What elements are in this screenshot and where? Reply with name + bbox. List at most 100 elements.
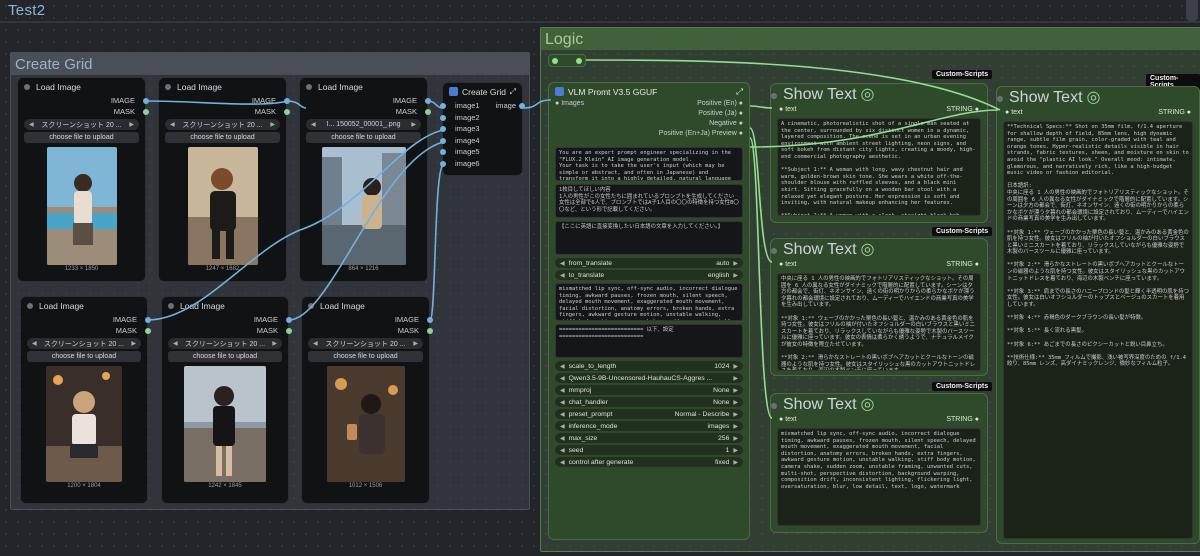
load-image-node-4[interactable]: Load Image IMAGE MASK ◀ スクリーンショット 20 ... ▶… — [20, 296, 151, 504]
output-string[interactable]: STRING ● — [946, 106, 979, 113]
arrow-left-icon[interactable]: ◀ — [29, 121, 34, 128]
reroute-node[interactable] — [548, 54, 586, 67]
input-images[interactable]: ● Images — [555, 100, 584, 110]
image-file-select[interactable]: ◀ スクリーンショット 20 ... ▶ — [27, 338, 141, 349]
text-display[interactable]: 中央に座る 1 人の男性の映画的でフォトリアリスティックなショット。その周囲を … — [777, 273, 981, 371]
load-image-node-5[interactable]: Load Image IMAGE MASK ◀ スクリーンショット 20 ... ▶… — [161, 296, 292, 504]
show-text-node-3[interactable]: Show Text ◎ ● text STRING ● mismatched lip… — [770, 393, 988, 533]
text-display[interactable]: mismatched lip sync, off-sync audio, inc… — [777, 428, 981, 526]
output-port-icon[interactable] — [286, 317, 292, 323]
show-text-node-2[interactable]: Show Text ◎ ● text STRING ● 中央に座る 1 人の男性の映… — [770, 238, 988, 376]
setting-model[interactable]: ◀ Qwen3.5-9B-Uncensored-HauhauCS-Aggres .… — [555, 373, 743, 383]
side-panel-handle[interactable] — [1186, 0, 1198, 22]
setting-max-size[interactable]: ◀ max_size 256 ▶ — [555, 433, 743, 443]
node-canvas[interactable]: Test2 Create Grid Logic Load Image IMAGE… — [0, 0, 1200, 556]
translate-textarea[interactable]: 【ここに英語に直接変換したい日本語の文章を入力してください。】 — [555, 221, 743, 255]
setting-inference-mode[interactable]: ◀ inference_mode images ▶ — [555, 421, 743, 431]
output-port-icon[interactable] — [519, 103, 525, 109]
arrow-left-icon[interactable]: ◀ — [170, 121, 175, 128]
arrow-right-icon[interactable]: ▶ — [272, 340, 277, 347]
arrow-left-icon[interactable]: ◀ — [173, 340, 178, 347]
create-grid-node[interactable]: Create Grid ⤢ image1 image image2 image3 … — [440, 82, 525, 176]
text-display[interactable]: A cinematic, photorealistic shot of a si… — [777, 118, 981, 216]
output-port-icon[interactable] — [284, 98, 290, 104]
output-port-icon[interactable] — [143, 109, 149, 115]
settings-divider-textarea[interactable]: ========================== 以下、設定 =======… — [555, 324, 743, 358]
setting-control-after-generate[interactable]: ◀ control after generate fixed ▶ — [555, 457, 743, 467]
upload-button[interactable]: choose file to upload — [308, 351, 423, 362]
input-port-icon[interactable] — [440, 137, 446, 144]
input-text[interactable]: ● text — [779, 106, 796, 113]
image-file-select[interactable]: ◀ スクリーンショット 20 ... ▶ — [165, 119, 280, 130]
upload-button[interactable]: choose file to upload — [165, 132, 280, 143]
input-port-icon[interactable] — [440, 149, 446, 155]
setting-seed[interactable]: ◀ seed 1 ▶ — [555, 445, 743, 455]
collapse-dot-icon[interactable] — [771, 403, 777, 409]
output-port-icon[interactable] — [143, 98, 149, 104]
input-text[interactable]: ● text — [1005, 109, 1022, 116]
output-string[interactable]: STRING ● — [946, 416, 979, 423]
arrow-right-icon[interactable]: ▶ — [413, 340, 418, 347]
load-image-node-2[interactable]: Load Image IMAGE MASK ◀ スクリーンショット 20 ... ▶… — [158, 77, 290, 282]
show-text-node-4[interactable]: Show Text ◎ ● text STRING ● **Technical Sp… — [996, 86, 1200, 544]
output-positive-ja[interactable]: Positive (Ja) ● — [549, 110, 749, 120]
output-port-icon[interactable] — [427, 317, 433, 323]
collapse-dot-icon[interactable] — [308, 302, 314, 309]
group-title[interactable]: Logic — [541, 28, 1200, 50]
reroute-in-icon[interactable] — [552, 58, 558, 64]
arrow-right-icon[interactable]: ▶ — [733, 260, 738, 267]
output-port-icon[interactable] — [284, 109, 290, 115]
arrow-right-icon[interactable]: ▶ — [270, 121, 275, 128]
output-port-icon[interactable] — [425, 98, 431, 104]
arrow-left-icon[interactable]: ◀ — [32, 340, 37, 347]
image-file-select[interactable]: ◀ I... 150052_00001_.png ▶ — [306, 119, 421, 130]
output-negative[interactable]: Negative ● — [549, 120, 749, 130]
setting-mmproj[interactable]: ◀ mmproj None ▶ — [555, 385, 743, 395]
arrow-left-icon[interactable]: ◀ — [311, 121, 316, 128]
output-preview[interactable]: Positive (En+Ja) Preview ● — [549, 130, 749, 140]
from-translate-select[interactable]: ◀ from_translate auto ▶ — [555, 258, 743, 268]
arrow-left-icon[interactable]: ◀ — [560, 260, 565, 267]
collapse-dot-icon[interactable] — [24, 83, 30, 90]
load-image-node-1[interactable]: Load Image IMAGE MASK ◀ スクリーンショット 20 ... ▶… — [17, 77, 149, 282]
output-port-icon[interactable] — [145, 317, 151, 323]
collapse-dot-icon[interactable] — [168, 302, 174, 309]
collapse-dot-icon[interactable] — [27, 302, 33, 309]
arrow-right-icon[interactable]: ▶ — [129, 121, 134, 128]
collapse-dot-icon[interactable] — [997, 96, 1003, 102]
input-text[interactable]: ● text — [779, 416, 796, 423]
collapse-dot-icon[interactable] — [771, 248, 777, 254]
upload-button[interactable]: choose file to upload — [27, 351, 141, 362]
output-positive-en[interactable]: Positive (En) ● — [697, 100, 743, 110]
image-file-select[interactable]: ◀ スクリーンショット 20 ... ▶ — [24, 119, 139, 130]
image-file-select[interactable]: ◀ スクリーンショット 20 ... ▶ — [168, 338, 282, 349]
upload-button[interactable]: choose file to upload — [168, 351, 282, 362]
collapse-dot-icon[interactable] — [306, 83, 312, 90]
output-port-icon[interactable] — [286, 328, 292, 334]
input-port-icon[interactable] — [440, 160, 446, 167]
reroute-out-icon[interactable] — [576, 58, 582, 64]
arrow-right-icon[interactable]: ▶ — [733, 272, 738, 279]
upload-button[interactable]: choose file to upload — [24, 132, 139, 143]
show-text-node-1[interactable]: Show Text ◎ ● text STRING ● A cinematic, p… — [770, 83, 988, 223]
input-port-icon[interactable] — [440, 126, 446, 132]
load-image-node-6[interactable]: Load Image IMAGE MASK ◀ スクリーンショット 20 ... ▶… — [301, 296, 433, 504]
input-text[interactable]: ● text — [779, 261, 796, 268]
input-port-icon[interactable] — [440, 114, 446, 121]
arrow-left-icon[interactable]: ◀ — [313, 340, 318, 347]
setting-chat-handler[interactable]: ◀ chat_handler None ▶ — [555, 397, 743, 407]
output-port-icon[interactable] — [427, 328, 433, 334]
arrow-right-icon[interactable]: ▶ — [411, 121, 416, 128]
input-port-icon[interactable] — [440, 103, 446, 109]
group-title[interactable]: Create Grid — [11, 53, 529, 75]
output-string[interactable]: STRING ● — [1158, 109, 1191, 116]
instruction-textarea[interactable]: 1枚目してほしい内容 1人の男性がこの女性たちに囲まれているプロンプトを生成して… — [555, 184, 743, 218]
collapse-dot-icon[interactable] — [165, 83, 171, 90]
arrow-left-icon[interactable]: ◀ — [560, 272, 565, 279]
output-string[interactable]: STRING ● — [946, 261, 979, 268]
load-image-node-3[interactable]: Load Image IMAGE MASK ◀ I... 150052_00001… — [299, 77, 431, 282]
negative-textarea[interactable]: mismatched lip sync, off-sync audio, inc… — [555, 283, 743, 321]
output-port-icon[interactable] — [145, 328, 151, 334]
upload-button[interactable]: choose file to upload — [306, 132, 421, 143]
text-display[interactable]: **Technical Specs:** Shot on 35mm film, … — [1003, 121, 1193, 539]
